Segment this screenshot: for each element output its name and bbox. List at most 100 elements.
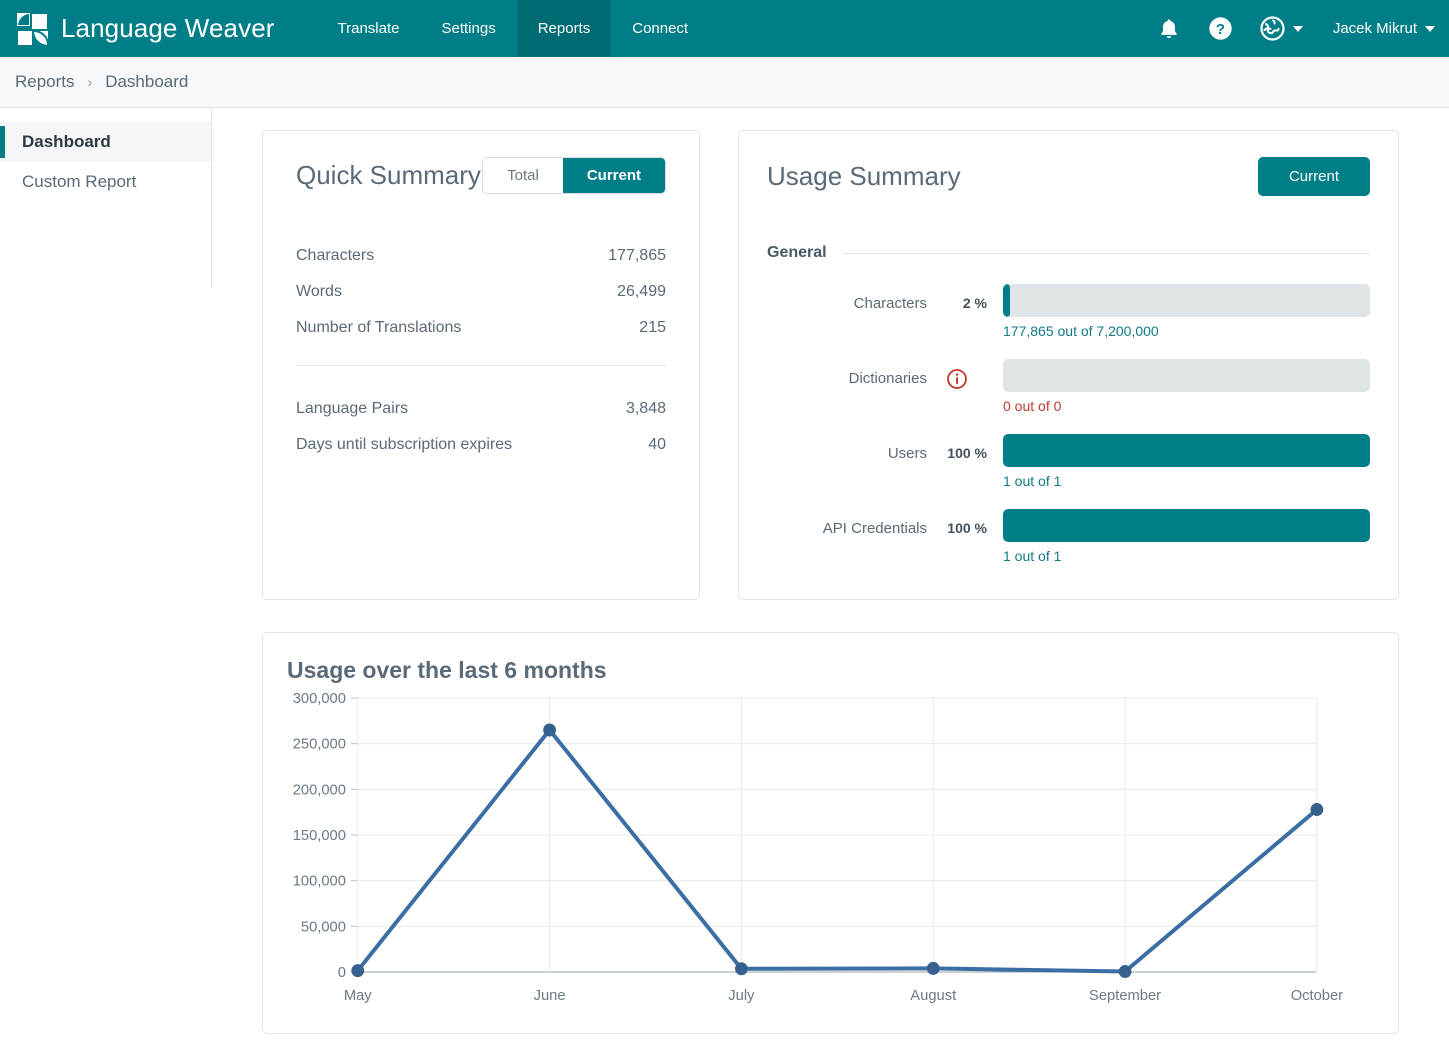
usage-summary-title: Usage Summary — [767, 161, 961, 191]
usage-label: Dictionaries — [848, 370, 927, 387]
row-label: Words — [296, 283, 342, 300]
toggle-option-total[interactable]: Total — [483, 158, 563, 193]
globe-icon — [1260, 16, 1285, 41]
quick-summary-title: Quick Summary — [296, 160, 481, 190]
usage-label: Characters — [853, 295, 927, 312]
svg-text:May: May — [344, 988, 372, 1004]
main-nav: Translate Settings Reports Connect — [317, 0, 710, 57]
breadcrumb-separator-icon: › — [87, 74, 93, 90]
svg-text:August: August — [910, 988, 957, 1004]
toggle-option-current[interactable]: Current — [562, 158, 665, 193]
chevron-down-icon — [1425, 25, 1435, 32]
usage-current-button[interactable]: Current — [1257, 157, 1370, 196]
svg-text:0: 0 — [338, 965, 346, 981]
usage-caption: 177,865 out of 7,200,000 — [1003, 323, 1159, 339]
row-value: 177,865 — [608, 247, 666, 264]
quick-summary-row: Number of Translations 215 — [296, 310, 666, 346]
sidebar-item-label: Dashboard — [22, 132, 111, 151]
bell-icon — [1161, 18, 1177, 38]
sidebar-item-custom-report[interactable]: Custom Report — [0, 162, 211, 202]
usage-bar-wrap: 1 out of 1 — [987, 434, 1370, 489]
top-navigation-bar: Language Weaver Translate Settings Repor… — [0, 0, 1449, 57]
usage-caption: 0 out of 0 — [1003, 398, 1062, 414]
chart-plot-area: 0 50,000 100,000 150,000 200,000 250,000 300,0… — [287, 690, 1368, 1010]
usage-info[interactable] — [927, 359, 987, 390]
section-divider — [842, 252, 1370, 254]
usage-bar-wrap: 177,865 out of 7,200,000 — [987, 284, 1370, 339]
section-label: General — [767, 244, 827, 261]
svg-text:250,000: 250,000 — [293, 737, 346, 753]
usage-percent: 2 % — [962, 295, 987, 311]
usage-label: Users — [887, 445, 927, 462]
usage-progress-fill — [1003, 434, 1370, 467]
question-circle-icon: ? — [1209, 17, 1233, 40]
svg-text:July: July — [728, 988, 755, 1004]
row-value: 3,848 — [625, 400, 666, 417]
usage-progress-fill — [1003, 509, 1370, 542]
row-value: 26,499 — [617, 283, 666, 300]
info-circle-icon — [947, 369, 967, 389]
help-button[interactable]: ? — [1208, 16, 1234, 42]
row-label: Days until subscription expires — [296, 436, 513, 453]
usage-general-section-header: General — [767, 244, 1370, 262]
usage-percent: 100 % — [947, 445, 987, 461]
usage-progress-bar — [1003, 284, 1370, 317]
sidebar-item-label: Custom Report — [22, 172, 137, 191]
svg-text:October: October — [1291, 988, 1343, 1004]
quick-summary-row: Words 26,499 — [296, 274, 666, 310]
nav-item-connect[interactable]: Connect — [611, 0, 709, 57]
usage-summary-header: Usage Summary Current — [767, 157, 1370, 196]
quick-summary-header: Quick Summary Total Current — [296, 157, 666, 194]
usage-row-dictionaries: Dictionaries 0 out of 0 — [767, 359, 1370, 414]
notifications-button[interactable] — [1156, 16, 1182, 42]
divider — [296, 365, 666, 366]
chart-title: Usage over the last 6 months — [287, 657, 607, 683]
user-menu[interactable]: Jacek Mikrut — [1333, 20, 1435, 37]
language-selector[interactable] — [1260, 16, 1303, 41]
usage-row-characters: Characters 2 % 177,865 out of 7,200,000 — [767, 284, 1370, 339]
summary-cards-row: Quick Summary Total Current Characters 1… — [262, 130, 1399, 600]
usage-label: API Credentials — [822, 520, 927, 537]
quick-summary-row: Language Pairs 3,848 — [296, 391, 666, 427]
row-label: Number of Translations — [296, 319, 462, 336]
breadcrumb-item-reports[interactable]: Reports — [15, 72, 75, 92]
sidebar-item-dashboard[interactable]: Dashboard — [0, 122, 211, 162]
row-label: Language Pairs — [296, 400, 409, 417]
language-weaver-logo-icon — [17, 12, 49, 45]
usage-progress-bar — [1003, 509, 1370, 542]
nav-item-reports[interactable]: Reports — [516, 0, 612, 57]
row-label: Characters — [296, 247, 375, 264]
row-value: 215 — [639, 319, 666, 336]
svg-text:150,000: 150,000 — [293, 828, 346, 844]
usage-percent: 100 % — [947, 520, 987, 536]
brand-name: Language Weaver — [61, 13, 275, 43]
quick-summary-secondary-list: Language Pairs 3,848 Days until subscrip… — [296, 391, 666, 463]
quick-summary-toggle: Total Current — [482, 157, 666, 194]
nav-item-translate[interactable]: Translate — [317, 0, 421, 57]
usage-line-chart[interactable]: 0 50,000 100,000 150,000 200,000 250,000 300,0… — [287, 690, 1368, 1010]
breadcrumb-item-dashboard: Dashboard — [105, 72, 189, 91]
quick-summary-row: Days until subscription expires 40 — [296, 427, 666, 463]
usage-chart-card: Usage over the last 6 months 0 50,000 100,… — [262, 632, 1399, 1034]
svg-text:June: June — [534, 988, 566, 1004]
page-body: Dashboard Custom Report Quick Summary To… — [0, 108, 1449, 1048]
usage-summary-card: Usage Summary Current General Characters… — [738, 130, 1399, 600]
usage-progress-fill — [1003, 284, 1011, 317]
main-content: Quick Summary Total Current Characters 1… — [212, 108, 1449, 1048]
svg-text:200,000: 200,000 — [293, 782, 346, 798]
row-value: 40 — [648, 436, 666, 453]
usage-row-api-credentials: API Credentials 100 % 1 out of 1 — [767, 509, 1370, 564]
svg-text:100,000: 100,000 — [293, 874, 346, 890]
svg-text:50,000: 50,000 — [301, 919, 346, 935]
top-right-actions: ? Jacek Mikrut — [1156, 0, 1435, 57]
brand[interactable]: Language Weaver — [0, 12, 275, 46]
usage-bar-wrap: 0 out of 0 — [987, 359, 1370, 414]
usage-progress-bar — [1003, 359, 1370, 392]
svg-text:September: September — [1089, 988, 1161, 1004]
sidebar: Dashboard Custom Report — [0, 108, 212, 288]
quick-summary-primary-list: Characters 177,865 Words 26,499 Number o… — [296, 238, 666, 346]
usage-rows: Characters 2 % 177,865 out of 7,200,000 … — [767, 284, 1370, 564]
nav-item-settings[interactable]: Settings — [421, 0, 517, 57]
quick-summary-card: Quick Summary Total Current Characters 1… — [262, 130, 700, 600]
user-name: Jacek Mikrut — [1332, 20, 1417, 37]
